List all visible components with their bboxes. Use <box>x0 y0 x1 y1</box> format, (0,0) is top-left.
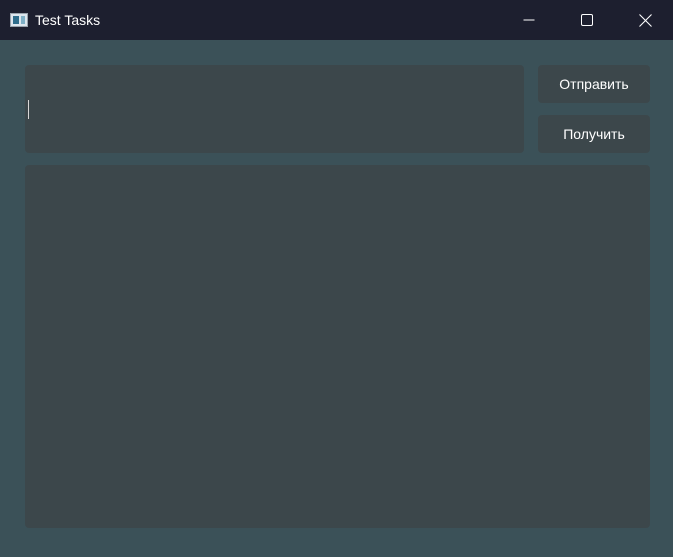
close-button[interactable] <box>616 0 673 40</box>
get-button[interactable]: Получить <box>538 115 650 153</box>
maximize-icon <box>581 14 593 26</box>
app-icon-right-pane <box>21 16 25 24</box>
app-window-icon <box>10 13 28 27</box>
app-icon-left-pane <box>13 16 19 24</box>
app-window: Test Tasks Отправить Получить <box>0 0 673 557</box>
window-title: Test Tasks <box>35 12 101 28</box>
send-button[interactable]: Отправить <box>538 65 650 103</box>
title-bar[interactable]: Test Tasks <box>0 0 673 40</box>
minimize-button[interactable] <box>500 0 558 40</box>
maximize-button[interactable] <box>558 0 616 40</box>
task-input-field[interactable] <box>25 65 524 153</box>
text-caret <box>28 100 29 119</box>
minimize-icon <box>523 19 535 21</box>
close-icon <box>638 13 652 27</box>
output-area[interactable] <box>25 165 650 528</box>
